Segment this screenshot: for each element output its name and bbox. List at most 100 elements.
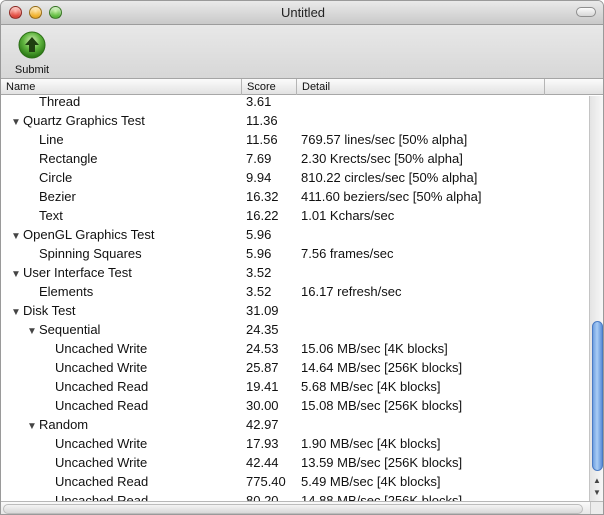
table-row[interactable]: Line 11.56 769.57 lines/sec [50% alpha] [1,130,589,149]
table-row[interactable]: ▼ OpenGL Graphics Test 5.96 [1,225,589,244]
row-score: 25.87 [246,360,279,375]
column-header-score[interactable]: Score [242,79,297,95]
row-name-label: Elements [39,284,94,299]
row-detail: 769.57 lines/sec [50% alpha] [301,132,468,147]
row-detail: 15.08 MB/sec [256K blocks] [301,398,463,413]
table-row[interactable]: Uncached Write 42.44 13.59 MB/sec [256K bl… [1,453,589,472]
row-detail: 411.60 beziers/sec [50% alpha] [301,189,482,204]
table-row[interactable]: Uncached Read 775.40 5.49 MB/sec [4K block… [1,472,589,491]
row-name: Elements [39,282,93,301]
table-row[interactable]: Spinning Squares 5.96 7.56 frames/sec [1,244,589,263]
row-name: Uncached Read [55,377,148,396]
row-name: Rectangle [39,149,98,168]
row-name: Uncached Read [55,396,148,415]
row-name: Uncached Read [55,472,148,491]
row-name: Spinning Squares [39,244,142,263]
row-detail: 14.88 MB/sec [256K blocks] [301,493,463,501]
resize-grip[interactable] [590,502,603,514]
table-row[interactable]: Rectangle 7.69 2.30 Krects/sec [50% alpha] [1,149,589,168]
row-name-label: Circle [39,170,73,185]
column-header-name[interactable]: Name [1,79,242,95]
table-row[interactable]: Uncached Write 24.53 15.06 MB/sec [4K bloc… [1,339,589,358]
table-row[interactable]: Uncached Read 30.00 15.08 MB/sec [256K blo… [1,396,589,415]
row-name-label: Line [39,132,64,147]
row-name-label: Text [39,208,63,223]
table-row[interactable]: ▼ Sequential 24.35 [1,320,589,339]
table-row[interactable]: Elements 3.52 16.17 refresh/sec [1,282,589,301]
row-detail: 1.01 Kchars/sec [301,208,395,223]
column-header-detail[interactable]: Detail [297,79,545,95]
row-score: 17.93 [246,436,279,451]
table-row[interactable]: Bezier 16.32 411.60 beziers/sec [50% alpha… [1,187,589,206]
row-detail: 1.90 MB/sec [4K blocks] [301,436,441,451]
row-name-label: Rectangle [39,151,98,166]
table-body: Thread 3.61 ▼ Quartz Graphics Test 11.36 Line… [1,96,589,501]
row-score: 3.61 [246,96,272,109]
table-row[interactable]: Thread 3.61 [1,96,589,111]
row-name: ▼ Quartz Graphics Test [11,111,145,132]
toolbar: Submit [1,25,603,79]
row-score: 11.56 [246,132,278,147]
horizontal-scroll-thumb[interactable] [3,504,583,514]
table-row[interactable]: ▼ Quartz Graphics Test 11.36 [1,111,589,130]
row-name: Line [39,130,64,149]
row-score: 16.22 [246,208,279,223]
table-row[interactable]: Uncached Write 25.87 14.64 MB/sec [256K bl… [1,358,589,377]
row-detail: 16.17 refresh/sec [301,284,402,299]
row-detail: 14.64 MB/sec [256K blocks] [301,360,463,375]
horizontal-scrollbar[interactable] [1,501,603,514]
row-name-label: Uncached Write [55,360,148,375]
table-row[interactable]: Text 16.22 1.01 Kchars/sec [1,206,589,225]
row-name-label: Thread [39,96,81,109]
row-name-label: Uncached Read [55,398,149,413]
submit-label: Submit [14,64,50,76]
row-detail: 7.56 frames/sec [301,246,394,261]
row-score: 3.52 [246,265,272,280]
row-score: 775.40 [246,474,286,489]
scroll-up-arrow-icon[interactable]: ▲ [593,476,601,485]
row-score: 24.35 [246,322,279,337]
app-window: Untitled Submit Name Score Detail Thread… [0,0,604,515]
row-score: 9.94 [246,170,272,185]
table-row[interactable]: ▼ Random 42.97 [1,415,589,434]
row-name-label: Uncached Read [55,379,149,394]
row-name: ▼ User Interface Test [11,263,132,284]
row-detail: 2.30 Krects/sec [50% alpha] [301,151,463,166]
table-header: Name Score Detail [1,79,603,95]
row-name-label: Random [39,417,89,432]
table-row[interactable]: Circle 9.94 810.22 circles/sec [50% alpha] [1,168,589,187]
table-row[interactable]: Uncached Read 80.20 14.88 MB/sec [256K blo… [1,491,589,501]
row-name-label: OpenGL Graphics Test [23,227,155,242]
table-row[interactable]: Uncached Read 19.41 5.68 MB/sec [4K blocks… [1,377,589,396]
row-name-label: Uncached Read [55,474,149,489]
column-header-filler [545,79,603,95]
row-name: Uncached Write [55,339,147,358]
table-row[interactable]: Uncached Write 17.93 1.90 MB/sec [4K block… [1,434,589,453]
row-name: Text [39,206,63,225]
row-name: ▼ Random [27,415,88,436]
vertical-scrollbar[interactable]: ▲ ▼ [589,96,603,501]
submit-button[interactable]: Submit [9,31,55,77]
toolbar-toggle-button[interactable] [576,7,596,17]
row-name-label: Uncached Write [55,455,148,470]
row-name: Bezier [39,187,76,206]
window-title: Untitled [280,5,326,20]
results-table: Name Score Detail Thread 3.61 ▼ Quartz Grap… [1,79,603,501]
row-detail: 810.22 circles/sec [50% alpha] [301,170,478,185]
vertical-scroll-thumb[interactable] [592,321,603,471]
row-name: Uncached Write [55,358,147,377]
row-name-label: Uncached Write [55,341,148,356]
row-name: ▼ OpenGL Graphics Test [11,225,155,246]
row-score: 5.96 [246,246,272,261]
row-score: 19.41 [246,379,279,394]
row-name-label: Disk Test [23,303,76,318]
row-score: 42.97 [246,417,279,432]
table-row[interactable]: ▼ User Interface Test 3.52 [1,263,589,282]
row-score: 16.32 [246,189,279,204]
row-detail: 5.49 MB/sec [4K blocks] [301,474,441,489]
row-score: 42.44 [246,455,279,470]
row-name-label: Uncached Write [55,436,148,451]
scroll-down-arrow-icon[interactable]: ▼ [593,488,601,497]
table-row[interactable]: ▼ Disk Test 31.09 [1,301,589,320]
row-name-label: Bezier [39,189,76,204]
